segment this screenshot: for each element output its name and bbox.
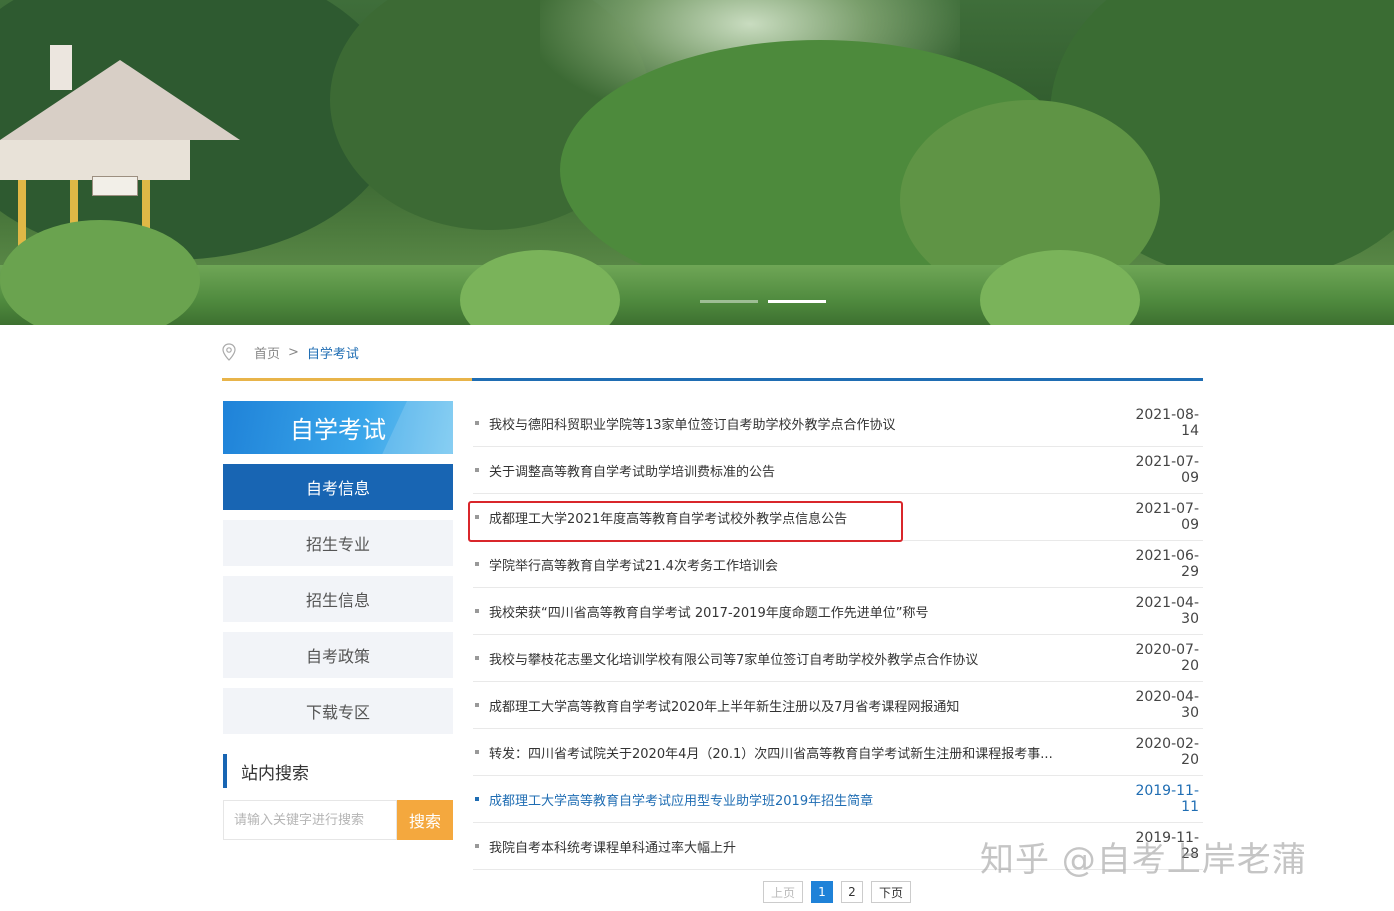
bullet-icon	[475, 750, 479, 754]
bullet-icon	[475, 562, 479, 566]
heading-bar	[223, 754, 227, 788]
pavilion-body	[0, 140, 190, 180]
news-title[interactable]: 我校荣获“四川省高等教育自学考试 2017-2019年度命题工作先进单位”称号	[489, 602, 1119, 621]
breadcrumb-separator: >	[288, 344, 299, 360]
prev-page-button[interactable]: 上页	[763, 881, 803, 903]
news-item[interactable]: 我校与攀枝花志墨文化培训学校有限公司等7家单位签订自考助学校外教学点合作协议 20…	[473, 635, 1203, 682]
breadcrumb-home-link[interactable]: 首页	[254, 343, 280, 362]
news-date: 2021-07-09	[1135, 501, 1199, 533]
news-item[interactable]: 转发：四川省考试院关于2020年4月（20.1）次四川省高等教育自学考试新生注册…	[473, 729, 1203, 776]
pavilion-roof	[0, 60, 240, 140]
sidebar-title: 自学考试	[223, 401, 453, 454]
site-search-label: 站内搜索	[241, 763, 309, 784]
bullet-icon	[475, 609, 479, 613]
news-item[interactable]: 我校荣获“四川省高等教育自学考试 2017-2019年度命题工作先进单位”称号 2…	[473, 588, 1203, 635]
sidebar-item-downloads[interactable]: 下载专区	[223, 688, 453, 734]
location-pin-icon	[222, 343, 236, 361]
news-date: 2021-06-29	[1135, 548, 1199, 580]
news-title[interactable]: 成都理工大学高等教育自学考试2020年上半年新生注册以及7月省考课程网报通知	[489, 696, 1119, 715]
site-search-heading: 站内搜索	[223, 754, 309, 788]
carousel-dot-active[interactable]	[768, 300, 826, 303]
bullet-icon	[475, 703, 479, 707]
news-date: 2019-11-11	[1135, 783, 1199, 815]
divider-primary	[472, 378, 1203, 381]
bullet-icon	[475, 656, 479, 660]
news-item[interactable]: 我校与德阳科贸职业学院等13家单位签订自考助学校外教学点合作协议 2021-08-…	[473, 400, 1203, 447]
news-title[interactable]: 我校与攀枝花志墨文化培训学校有限公司等7家单位签订自考助学校外教学点合作协议	[489, 649, 1119, 668]
news-title[interactable]: 我校与德阳科贸职业学院等13家单位签订自考助学校外教学点合作协议	[489, 414, 1119, 433]
site-search-form: 搜索	[223, 800, 453, 840]
page-2-button[interactable]: 2	[841, 881, 863, 903]
search-button[interactable]: 搜索	[397, 800, 453, 840]
news-date: 2021-07-09	[1135, 454, 1199, 486]
news-date: 2021-08-14	[1135, 407, 1199, 439]
next-page-button[interactable]: 下页	[871, 881, 911, 903]
bullet-icon	[475, 797, 479, 801]
news-title[interactable]: 转发：四川省考试院关于2020年4月（20.1）次四川省高等教育自学考试新生注册…	[489, 743, 1119, 762]
news-list: 我校与德阳科贸职业学院等13家单位签订自考助学校外教学点合作协议 2021-08-…	[473, 400, 1203, 870]
pavilion-plaque	[92, 176, 138, 196]
sidebar-item-exam-info[interactable]: 自考信息	[223, 464, 453, 510]
sidebar-item-admissions[interactable]: 招生信息	[223, 576, 453, 622]
search-input[interactable]	[223, 800, 397, 840]
sidebar-menu: 自考信息 招生专业 招生信息 自考政策 下载专区	[223, 464, 453, 744]
watermark: 知乎 @自考上岸老蒲	[980, 840, 1307, 880]
bullet-icon	[475, 468, 479, 472]
hero-banner	[0, 0, 1394, 325]
sidebar-item-policy[interactable]: 自考政策	[223, 632, 453, 678]
hedge	[0, 265, 1394, 325]
news-date: 2020-07-20	[1135, 642, 1199, 674]
news-item[interactable]: 关于调整高等教育自学考试助学培训费标准的公告 2021-07-09	[473, 447, 1203, 494]
pagination: 上页 1 2 下页	[763, 881, 911, 903]
news-date: 2020-02-20	[1135, 736, 1199, 768]
carousel-dot[interactable]	[700, 300, 758, 303]
news-item[interactable]: 学院举行高等教育自学考试21.4次考务工作培训会 2021-06-29	[473, 541, 1203, 588]
breadcrumb: 首页 > 自学考试	[222, 340, 359, 364]
carousel-indicators[interactable]	[700, 300, 826, 303]
news-title[interactable]: 成都理工大学高等教育自学考试应用型专业助学班2019年招生简章	[489, 790, 1119, 809]
news-date: 2020-04-30	[1135, 689, 1199, 721]
news-title[interactable]: 关于调整高等教育自学考试助学培训费标准的公告	[489, 461, 1119, 480]
shrub	[460, 250, 620, 325]
news-date: 2021-04-30	[1135, 595, 1199, 627]
page-1-button[interactable]: 1	[811, 881, 833, 903]
bullet-icon	[475, 844, 479, 848]
bullet-icon	[475, 421, 479, 425]
highlight-annotation-box	[468, 501, 903, 542]
news-title[interactable]: 学院举行高等教育自学考试21.4次考务工作培训会	[489, 555, 1119, 574]
news-item[interactable]: 成都理工大学高等教育自学考试2020年上半年新生注册以及7月省考课程网报通知 20…	[473, 682, 1203, 729]
divider-accent	[222, 378, 472, 381]
breadcrumb-current[interactable]: 自学考试	[307, 343, 359, 362]
news-item-hovered[interactable]: 成都理工大学高等教育自学考试应用型专业助学班2019年招生简章 2019-11-1…	[473, 776, 1203, 823]
sidebar-item-majors[interactable]: 招生专业	[223, 520, 453, 566]
